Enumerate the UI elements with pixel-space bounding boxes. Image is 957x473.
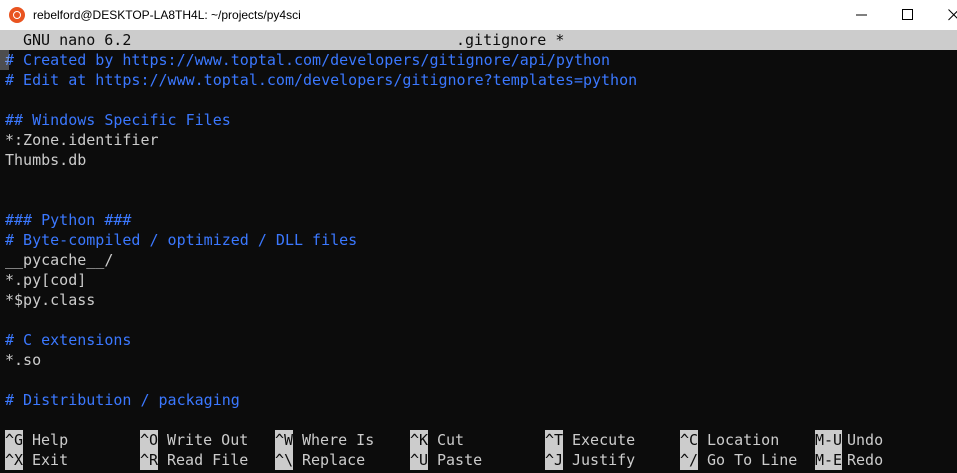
shortcut-label: Exit — [32, 451, 69, 469]
shortcut-redo[interactable]: M-E Redo — [815, 450, 883, 470]
nano-header: GNU nano 6.2 .gitignore * — [0, 30, 957, 50]
shortcut-label: Where Is — [302, 431, 375, 449]
editor-line[interactable]: # Byte-compiled / optimized / DLL files — [5, 230, 357, 250]
shortcut-label: Paste — [437, 451, 483, 469]
editor-line[interactable]: *.so — [5, 350, 41, 370]
shortcut-label: Cut — [437, 431, 465, 449]
shortcut-location[interactable]: ^C Location — [680, 430, 779, 450]
shortcut-undo[interactable]: M-U Undo — [815, 430, 883, 450]
editor-line[interactable]: # C extensions — [5, 330, 131, 350]
title-bar[interactable]: rebelford@DESKTOP-LA8TH4L: ~/projects/py… — [0, 0, 957, 30]
shortcut-key: ^U — [410, 450, 429, 470]
shortcut-key: ^T — [545, 430, 564, 450]
window-title: rebelford@DESKTOP-LA8TH4L: ~/projects/py… — [33, 8, 301, 22]
editor-line[interactable]: ### Python ### — [5, 210, 131, 230]
maximize-button[interactable] — [885, 0, 931, 30]
editor-line[interactable]: # Distribution / packaging — [5, 390, 240, 410]
shortcut-label: Execute — [572, 431, 636, 449]
file-name: .gitignore * — [456, 31, 565, 49]
shortcut-key: ^W — [275, 430, 294, 450]
shortcut-go-to-line[interactable]: ^/ Go To Line — [680, 450, 797, 470]
shortcut-label: Location — [707, 431, 780, 449]
shortcut-read-file[interactable]: ^R Read File — [140, 450, 248, 470]
shortcut-key: ^K — [410, 430, 429, 450]
shortcut-justify[interactable]: ^J Justify — [545, 450, 635, 470]
minimize-button[interactable] — [839, 0, 885, 30]
editor-line[interactable]: *.py[cod] — [5, 270, 86, 290]
shortcut-key: ^\ — [275, 450, 294, 470]
minimize-icon — [856, 14, 867, 16]
shortcut-label: Justify — [572, 451, 636, 469]
shortcut-paste[interactable]: ^U Paste — [410, 450, 482, 470]
editor-line[interactable]: # Edit at https://www.toptal.com/develop… — [5, 70, 637, 90]
shortcut-label: Replace — [302, 451, 366, 469]
ubuntu-icon — [9, 7, 25, 23]
maximize-icon — [902, 9, 913, 20]
shortcut-exit[interactable]: ^X Exit — [5, 450, 68, 470]
shortcut-key: ^G — [5, 430, 24, 450]
editor-line[interactable]: __pycache__/ — [5, 250, 113, 270]
shortcut-label: Read File — [167, 451, 249, 469]
shortcut-key: M-U — [815, 430, 843, 450]
editor-line[interactable]: *:Zone.identifier — [5, 130, 159, 150]
shortcut-execute[interactable]: ^T Execute — [545, 430, 635, 450]
shortcut-label: Help — [32, 431, 69, 449]
shortcut-key: ^/ — [680, 450, 699, 470]
shortcut-replace[interactable]: ^\ Replace — [275, 450, 365, 470]
close-button[interactable] — [931, 0, 957, 30]
shortcut-key: ^R — [140, 450, 159, 470]
editor-line[interactable]: *$py.class — [5, 290, 95, 310]
terminal-area[interactable]: GNU nano 6.2 .gitignore * # Created by h… — [0, 30, 957, 473]
shortcut-label: Write Out — [167, 431, 249, 449]
shortcut-key: ^X — [5, 450, 24, 470]
editor-line[interactable]: Thumbs.db — [5, 150, 86, 170]
shortcut-key: M-E — [815, 450, 843, 470]
nano-version: GNU nano 6.2 — [23, 31, 132, 49]
shortcut-help[interactable]: ^G Help — [5, 430, 68, 450]
shortcut-label: Redo — [847, 451, 884, 469]
shortcut-label: Undo — [847, 431, 884, 449]
shortcut-write-out[interactable]: ^O Write Out — [140, 430, 248, 450]
shortcut-cut[interactable]: ^K Cut — [410, 430, 464, 450]
editor-line[interactable]: ## Windows Specific Files — [5, 110, 231, 130]
editor-line[interactable]: # Created by https://www.toptal.com/deve… — [5, 50, 610, 70]
shortcut-key: ^J — [545, 450, 564, 470]
close-icon — [948, 9, 957, 21]
shortcut-key: ^C — [680, 430, 699, 450]
text-cursor — [0, 50, 9, 70]
shortcut-key: ^O — [140, 430, 159, 450]
shortcut-label: Go To Line — [707, 451, 798, 469]
terminal-window: rebelford@DESKTOP-LA8TH4L: ~/projects/py… — [0, 0, 957, 473]
shortcut-where-is[interactable]: ^W Where Is — [275, 430, 374, 450]
